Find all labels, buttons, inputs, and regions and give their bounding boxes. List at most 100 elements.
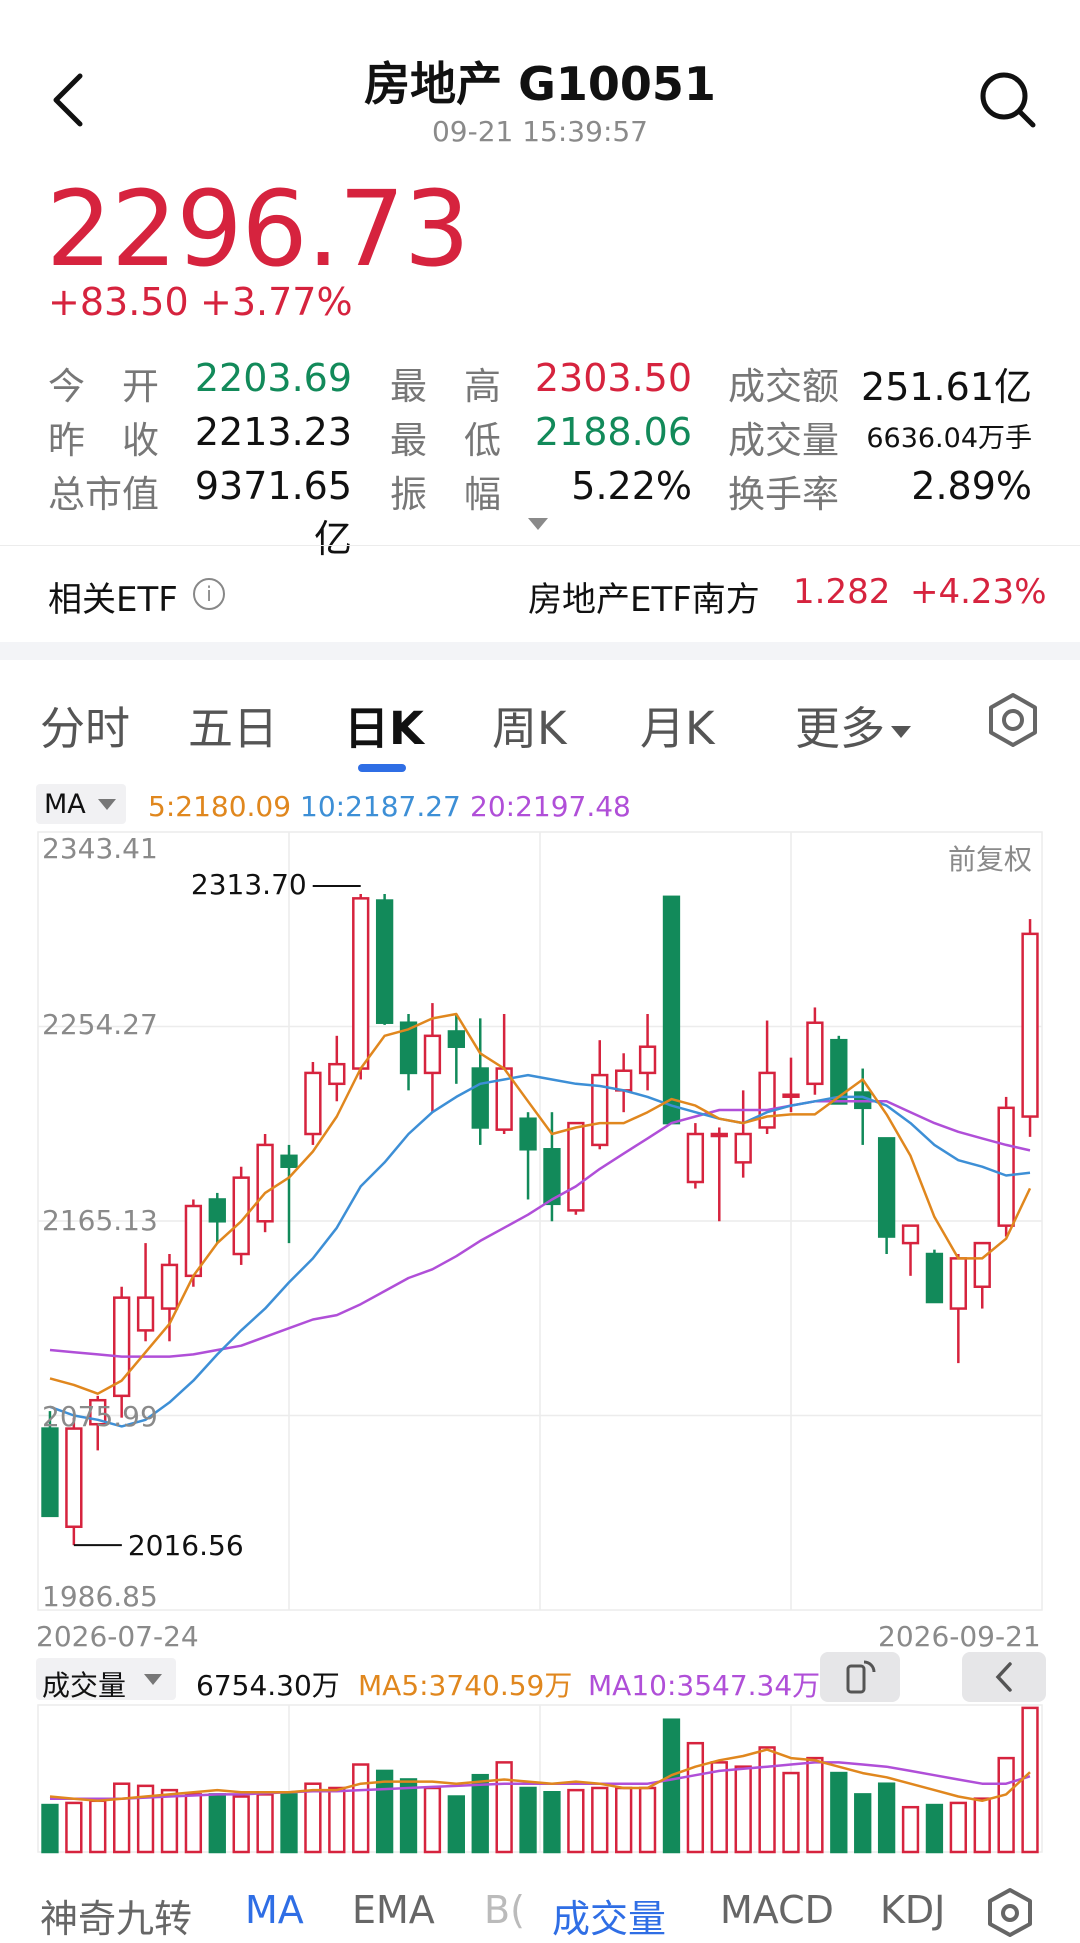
candle-body bbox=[328, 1062, 346, 1086]
indicator-tab-boll[interactable]: B( bbox=[484, 1888, 525, 1932]
candle-body bbox=[615, 1069, 633, 1092]
chevron-left-icon bbox=[995, 1662, 1012, 1692]
volume-bar bbox=[854, 1793, 872, 1854]
indicator-tab-td9[interactable]: 神奇九转 bbox=[40, 1888, 192, 1943]
candle-down bbox=[519, 1112, 537, 1200]
volume-bar bbox=[686, 1741, 705, 1854]
volume-bar bbox=[543, 1791, 561, 1854]
volume-bar bbox=[782, 1771, 800, 1854]
volume-bar bbox=[328, 1786, 346, 1854]
max-price-label: 2313.70 bbox=[191, 868, 307, 901]
candle-down bbox=[399, 1013, 418, 1091]
volume-bar bbox=[256, 1793, 274, 1854]
candle-body bbox=[686, 1132, 705, 1184]
volume-bar bbox=[471, 1773, 489, 1854]
volume-bar bbox=[423, 1786, 442, 1854]
volume-bar bbox=[447, 1795, 465, 1854]
candle-body bbox=[304, 1071, 322, 1136]
volume-bar bbox=[208, 1793, 226, 1854]
candle-body bbox=[567, 1121, 585, 1212]
price-adjust-mode[interactable]: 前复权 bbox=[948, 838, 1032, 878]
candle-down bbox=[280, 1144, 298, 1244]
candle-body bbox=[136, 1296, 155, 1332]
volume-bar bbox=[615, 1786, 633, 1854]
candle-body bbox=[519, 1117, 537, 1151]
volume-ma5: MA5:3740.59万 bbox=[358, 1669, 573, 1702]
indicator-tab-volume[interactable]: 成交量 bbox=[552, 1888, 666, 1943]
collapse-panel-button[interactable] bbox=[962, 1652, 1046, 1702]
indicator-tab-ema[interactable]: EMA bbox=[352, 1888, 435, 1932]
indicator-tab-kdj[interactable]: KDJ bbox=[880, 1888, 945, 1932]
volume-bar bbox=[806, 1756, 824, 1854]
volume-bar bbox=[758, 1746, 776, 1854]
candle-up bbox=[136, 1243, 155, 1342]
candle-down bbox=[662, 895, 681, 1125]
candle-body bbox=[471, 1067, 489, 1129]
candle-body bbox=[949, 1257, 967, 1310]
candle-up bbox=[997, 1096, 1015, 1237]
volume-bar bbox=[949, 1801, 967, 1854]
candle-body bbox=[256, 1143, 274, 1223]
volume-bar bbox=[710, 1761, 728, 1854]
candle-body bbox=[423, 1034, 442, 1075]
volume-bar bbox=[232, 1795, 250, 1854]
candle-body bbox=[662, 895, 681, 1125]
volume-bar bbox=[41, 1803, 59, 1854]
candle-body bbox=[160, 1263, 179, 1310]
indicator-settings-icon[interactable] bbox=[985, 1888, 1035, 1937]
volume-bar bbox=[352, 1763, 370, 1854]
candle-up bbox=[65, 1417, 83, 1546]
volume-current: 6754.30万 bbox=[196, 1669, 340, 1702]
volume-ma10: MA10:3547.34万 bbox=[588, 1669, 821, 1702]
candle-body bbox=[184, 1204, 203, 1278]
volume-bar bbox=[567, 1788, 585, 1854]
candle-down bbox=[877, 1137, 896, 1255]
candle-up bbox=[901, 1224, 920, 1276]
candle-up bbox=[352, 893, 370, 1080]
volume-selector[interactable]: 成交量 bbox=[36, 1658, 176, 1702]
candle-body bbox=[806, 1021, 824, 1086]
candle-up bbox=[686, 1123, 705, 1189]
candle-body bbox=[638, 1045, 657, 1075]
candle-body bbox=[447, 1030, 465, 1048]
volume-bar bbox=[495, 1761, 513, 1854]
y-tick-label: 2343.41 bbox=[42, 832, 158, 865]
candle-body bbox=[710, 1132, 728, 1138]
candle-body bbox=[208, 1198, 226, 1223]
candle-body bbox=[901, 1224, 920, 1245]
candle-up bbox=[734, 1090, 752, 1178]
candle-up bbox=[184, 1199, 203, 1287]
candle-up bbox=[949, 1254, 967, 1364]
min-price-label: 2016.56 bbox=[128, 1529, 244, 1562]
volume-bar bbox=[901, 1805, 920, 1854]
candle-body bbox=[280, 1154, 298, 1168]
volume-bar bbox=[877, 1782, 896, 1854]
candle-body bbox=[65, 1427, 83, 1529]
indicator-tab-macd[interactable]: MACD bbox=[720, 1888, 834, 1932]
candle-down bbox=[375, 893, 394, 1025]
volume-bar bbox=[519, 1786, 537, 1854]
candle-body bbox=[758, 1071, 776, 1129]
y-tick-label: 1986.85 bbox=[42, 1580, 158, 1613]
volume-bar bbox=[734, 1765, 752, 1854]
candle-body bbox=[925, 1252, 944, 1304]
candle-up bbox=[710, 1127, 728, 1222]
volume-bar bbox=[113, 1782, 131, 1854]
x-end-date: 2026-09-21 bbox=[878, 1620, 1041, 1653]
volume-bar bbox=[925, 1803, 944, 1854]
y-tick-label: 2254.27 bbox=[42, 1008, 158, 1041]
rotate-screen-button[interactable] bbox=[820, 1652, 900, 1702]
candle-up bbox=[806, 1007, 824, 1095]
volume-bar bbox=[997, 1756, 1015, 1854]
candle-body bbox=[375, 899, 394, 1024]
candle-body bbox=[41, 1427, 59, 1518]
rotate-icon bbox=[846, 1660, 876, 1694]
volume-bar bbox=[304, 1782, 322, 1854]
candle-body bbox=[734, 1132, 752, 1164]
candle-down bbox=[208, 1192, 226, 1244]
candle-up bbox=[256, 1134, 274, 1233]
volume-bar bbox=[399, 1778, 418, 1854]
volume-bar bbox=[830, 1771, 848, 1854]
indicator-tab-ma[interactable]: MA bbox=[245, 1888, 304, 1932]
candle-up bbox=[615, 1053, 633, 1113]
